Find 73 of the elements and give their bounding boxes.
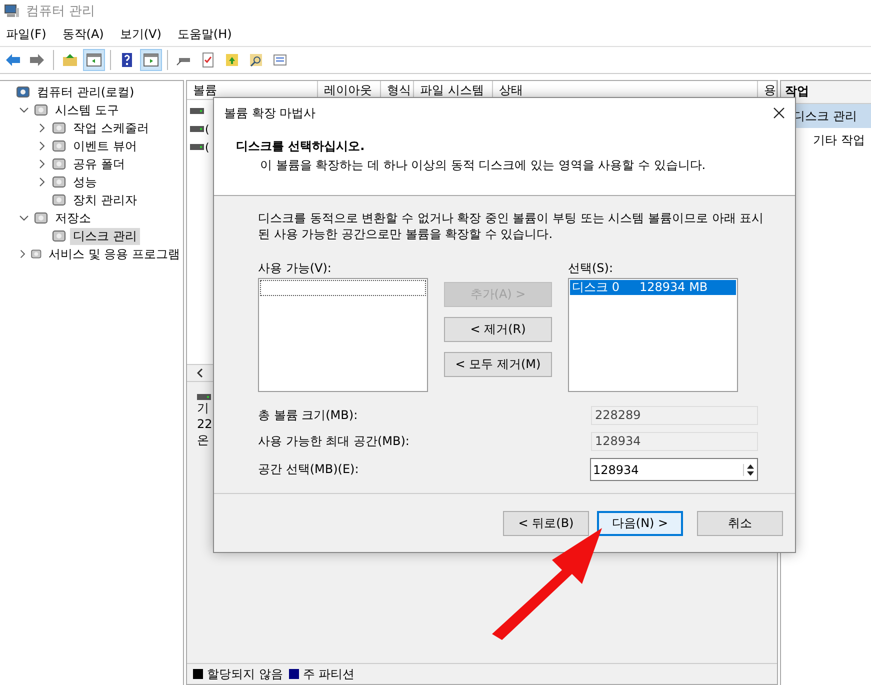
tree-item[interactable]: 공유 폴더 <box>70 156 128 172</box>
disk-info-text: 22 <box>197 416 214 432</box>
scroll-left-icon[interactable] <box>197 368 203 378</box>
selected-list[interactable]: 디스크 0 128934 MB <box>568 278 738 392</box>
dialog-button[interactable]: 다음(N) > <box>597 510 683 536</box>
table-cell: ( <box>205 140 210 154</box>
tree-item[interactable]: 서비스 및 응용 프로그램 <box>46 246 183 262</box>
tree-pane-icon <box>86 52 102 68</box>
search-icon <box>248 52 264 68</box>
menu-item[interactable]: 동작(A) <box>62 26 104 42</box>
toolbar-button[interactable] <box>83 49 105 71</box>
tree-item[interactable]: 성능 <box>70 174 100 190</box>
tree-node-icon <box>51 138 67 154</box>
disk-info-text: 기 <box>197 400 210 416</box>
properties-icon <box>200 52 216 68</box>
help-icon <box>119 52 135 68</box>
tree-item[interactable]: 디스크 관리 <box>70 228 140 244</box>
actions-header: 작업 <box>781 81 871 104</box>
dialog-button[interactable]: < 뒤로(B) <box>503 510 589 536</box>
tree-node-icon <box>51 174 67 190</box>
move-button[interactable]: < 제거(R) <box>444 317 552 342</box>
tree-item[interactable]: 작업 스케줄러 <box>70 120 152 136</box>
dialog-heading: 디스크를 선택하십시오. <box>236 138 366 155</box>
tree-node-icon <box>51 192 67 208</box>
up-folder-icon <box>62 52 78 68</box>
action-pane-icon <box>143 52 159 68</box>
export-icon <box>224 52 240 68</box>
window-title: 컴퓨터 관리 <box>26 3 96 20</box>
spin-field[interactable]: 128934 <box>590 458 758 481</box>
collapse-icon[interactable] <box>18 105 30 115</box>
move-button[interactable]: < 모두 제거(M) <box>444 352 552 377</box>
expand-icon[interactable] <box>18 249 28 259</box>
close-icon[interactable] <box>773 107 785 119</box>
readonly-field: 228289 <box>591 406 758 425</box>
tree-item[interactable]: 이벤트 뷰어 <box>70 138 140 154</box>
dialog-subheading: 이 볼륨을 확장하는 데 하나 이상의 동적 디스크에 있는 영역을 사용할 수 있습니다. <box>259 157 707 174</box>
list-label: 사용 가능(V): <box>258 260 332 274</box>
tree-node-icon <box>33 102 49 118</box>
tree-node-icon <box>51 228 67 244</box>
toolbar-button[interactable] <box>140 49 162 71</box>
list-icon <box>272 52 288 68</box>
legend-label: 주 파티션 <box>302 666 355 682</box>
horizontal-scrollbar[interactable] <box>187 364 213 382</box>
menu-item[interactable]: 파일(F) <box>6 26 46 42</box>
computer-icon <box>4 3 20 19</box>
tree-item[interactable]: 컴퓨터 관리(로컬) <box>34 84 138 100</box>
field-label: 공간 선택(MB)(E): <box>258 461 359 478</box>
tree-node-icon <box>33 210 49 226</box>
description-text: 디스크를 동적으로 변환할 수 없거나 확장 중인 볼륨이 부팅 또는 시스템 볼륨이므로 아래 표시된 사용 가능한 공간으로만 볼륨을 확장할 수 있습니다. <box>258 210 765 242</box>
tree-item[interactable]: 장치 관리자 <box>70 192 140 208</box>
dialog-button[interactable]: 취소 <box>697 510 783 536</box>
collapse-icon[interactable] <box>18 213 30 223</box>
tree-node-icon <box>51 120 67 136</box>
list-label: 선택(S): <box>568 260 614 274</box>
menu-item[interactable]: 도움말(H) <box>177 26 232 42</box>
tree-item[interactable]: 시스템 도구 <box>52 102 122 118</box>
field-label: 사용 가능한 최대 공간(MB): <box>258 433 410 450</box>
dialog-title: 볼륨 확장 마법사 <box>224 104 316 122</box>
tree-node-icon <box>15 84 31 100</box>
legend-label: 할당되지 않음 <box>207 666 283 682</box>
list-item[interactable]: 디스크 0 128934 MB <box>570 280 736 295</box>
menu-item[interactable]: 보기(V) <box>120 26 162 42</box>
tree-node-icon <box>51 156 67 172</box>
forward-icon <box>29 52 45 68</box>
disk-info-text: 온 <box>197 432 210 448</box>
spin-up-icon[interactable] <box>747 464 754 468</box>
spin-down-icon[interactable] <box>747 470 754 476</box>
tree-item[interactable]: 저장소 <box>52 210 94 226</box>
readonly-field: 128934 <box>591 432 758 451</box>
field-label: 총 볼륨 크기(MB): <box>258 407 358 424</box>
table-cell: ( <box>205 122 210 136</box>
back-icon <box>5 52 21 68</box>
available-list[interactable] <box>258 278 428 392</box>
